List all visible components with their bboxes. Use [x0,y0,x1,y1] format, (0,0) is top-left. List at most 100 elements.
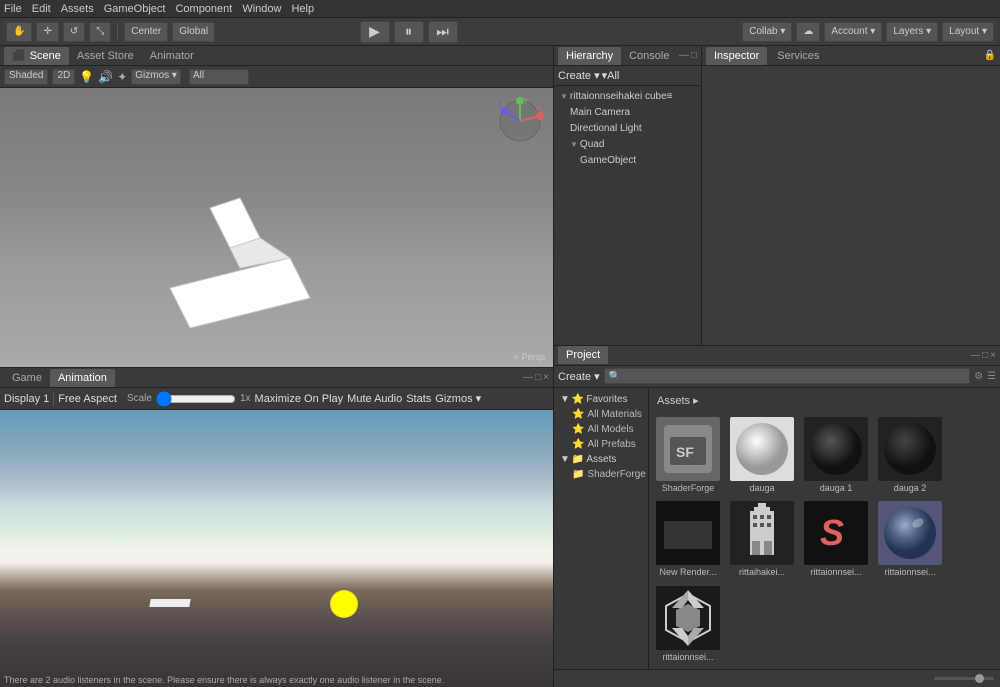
asset-rittaionnsei3[interactable]: rittaionnsei... [653,584,723,665]
new-render-label: New Render... [659,567,716,578]
camera-label: Main Camera [570,107,630,118]
size-slider[interactable] [934,677,994,680]
search-scene[interactable]: All [189,69,249,85]
menu-edit[interactable]: Edit [32,3,51,15]
asset-new-render[interactable]: New Render... [653,499,723,580]
project-search[interactable] [604,368,970,384]
p-close-btn[interactable]: × [990,350,996,361]
light-btn[interactable]: 💡 [79,70,94,84]
menu-gameobject[interactable]: GameObject [104,3,166,15]
p-min-btn[interactable]: — [970,350,980,361]
play-btn[interactable]: ▶ [360,21,390,43]
shader-forge-item[interactable]: 📁 ShaderForge [556,467,646,482]
all-prefabs-label: All Prefabs [587,439,635,450]
fav-icon: ⭐ [572,394,584,405]
shading-selector[interactable]: Shaded [4,69,48,85]
account-btn[interactable]: Account ▾ [824,22,882,42]
rittaionnsei3-label: rittaionnsei... [662,652,713,663]
asset-rittaionnsei1[interactable]: S rittaionnsei... [801,499,871,580]
all-models[interactable]: ⭐ All Models [556,422,646,437]
collab-btn[interactable]: Collab ▾ [742,22,792,42]
scale-label: Scale [127,393,152,404]
close-game-btn[interactable]: × [543,372,549,383]
rotate-tool-btn[interactable]: ↺ [63,22,85,42]
tab-game[interactable]: Game [4,369,50,387]
asset-shaderforge[interactable]: SF ShaderForge [653,415,723,496]
tab-scene[interactable]: ⬛ Scene [4,47,69,65]
center-btn[interactable]: Center [124,22,168,42]
new-render-thumb [656,501,720,565]
scale-slider[interactable] [156,392,236,406]
hierarchy-quad[interactable]: ▼ Quad [556,136,699,152]
tab-project[interactable]: Project [558,346,608,364]
mute-btn[interactable]: Mute Audio [347,393,402,405]
tab-hierarchy[interactable]: Hierarchy [558,47,621,65]
hierarchy-gameobject[interactable]: GameObject [556,152,699,168]
game-toolbar: Display 1 Free Aspect Scale 1x Maximize … [0,388,553,410]
menu-file[interactable]: File [4,3,22,15]
all-prefabs[interactable]: ⭐ All Prefabs [556,437,646,452]
asset-rittaionnsei2[interactable]: rittaionnsei... [875,499,945,580]
cloud-btn[interactable]: ☁ [796,22,820,42]
asset-dauga2[interactable]: dauga 2 [875,415,945,496]
all-materials[interactable]: ⭐ All Materials [556,407,646,422]
favorites-header[interactable]: ▼ ⭐ Favorites [556,392,646,407]
global-label: Global [179,26,208,37]
tab-animator[interactable]: Animator [142,47,202,65]
tab-inspector[interactable]: Inspector [706,47,767,65]
stats-btn[interactable]: Stats [406,393,431,405]
scale-tool-btn[interactable]: ⤡ [89,22,111,42]
2d-btn[interactable]: 2D [52,69,75,85]
menu-component[interactable]: Component [175,3,232,15]
asset-dauga[interactable]: dauga [727,415,797,496]
assets-header-sidebar[interactable]: ▼ 📁 Assets [556,452,646,467]
h-max-btn[interactable]: □ [691,50,697,61]
game-gizmos-btn[interactable]: Gizmos ▾ [435,392,481,405]
scene-content[interactable]: X Y Z < Persp [0,88,553,367]
hierarchy-light[interactable]: Directional Light [556,120,699,136]
minimize-btn[interactable]: — [523,372,533,383]
step-btn[interactable]: ⏭ [428,21,458,43]
lock-icon[interactable]: 🔒 [984,50,996,61]
tab-services[interactable]: Services [769,47,827,65]
project-toolbar: Create ▾ ⚙ ☰ [554,366,1000,388]
light-label: Directional Light [570,123,642,134]
mod-icon: ⭐ [572,424,584,435]
scale-value: 1x [240,393,251,404]
global-btn[interactable]: Global [172,22,215,42]
layers-btn[interactable]: Layers ▾ [886,22,938,42]
asset-dauga1[interactable]: dauga 1 [801,415,871,496]
menu-window[interactable]: Window [242,3,281,15]
tab-asset-store[interactable]: Asset Store [69,47,142,65]
fx-btn[interactable]: ✦ [117,70,127,84]
shaderforge-thumb: SF [656,417,720,481]
list-view-icon[interactable]: ☰ [987,371,996,382]
project-content: ▼ ⭐ Favorites ⭐ All Materials ⭐ All Mode… [554,388,1000,669]
rittaionnsei1-label: rittaionnsei... [810,567,861,578]
hand-tool-btn[interactable]: ✋ [6,22,32,42]
hierarchy-root[interactable]: ▼ rittaionnseihakei cube≡ [556,88,699,104]
layout-btn[interactable]: Layout ▾ [942,22,994,42]
p-max-btn[interactable]: □ [982,350,988,361]
search-icon: ⚙ [974,371,983,382]
create-btn[interactable]: Create ▾ [558,69,600,82]
h-min-btn[interactable]: — [679,50,689,61]
menu-assets[interactable]: Assets [61,3,94,15]
pause-btn[interactable]: ⏸ [394,21,424,43]
proj-create-btn[interactable]: Create ▾ [558,370,600,383]
menu-help[interactable]: Help [291,3,314,15]
gizmos-btn[interactable]: Gizmos ▾ [131,69,181,85]
hierarchy-camera[interactable]: Main Camera [556,104,699,120]
hierarchy-tab-right: — □ [679,50,697,61]
aspect-selector[interactable]: Free Aspect [58,393,117,405]
sf-label: ShaderForge [587,469,645,480]
display-selector[interactable]: Display 1 [4,393,49,405]
tab-console[interactable]: Console [621,47,677,65]
maximize-btn[interactable]: □ [535,372,541,383]
audio-btn[interactable]: 🔊 [98,70,113,84]
asset-rittaihakei[interactable]: rittaihakei... [727,499,797,580]
tab-animation[interactable]: Animation [50,369,115,387]
maximize-play-btn[interactable]: Maximize On Play [255,393,344,405]
hierarchy-search[interactable]: ▾All [602,69,620,82]
move-tool-btn[interactable]: ✛ [36,22,58,42]
